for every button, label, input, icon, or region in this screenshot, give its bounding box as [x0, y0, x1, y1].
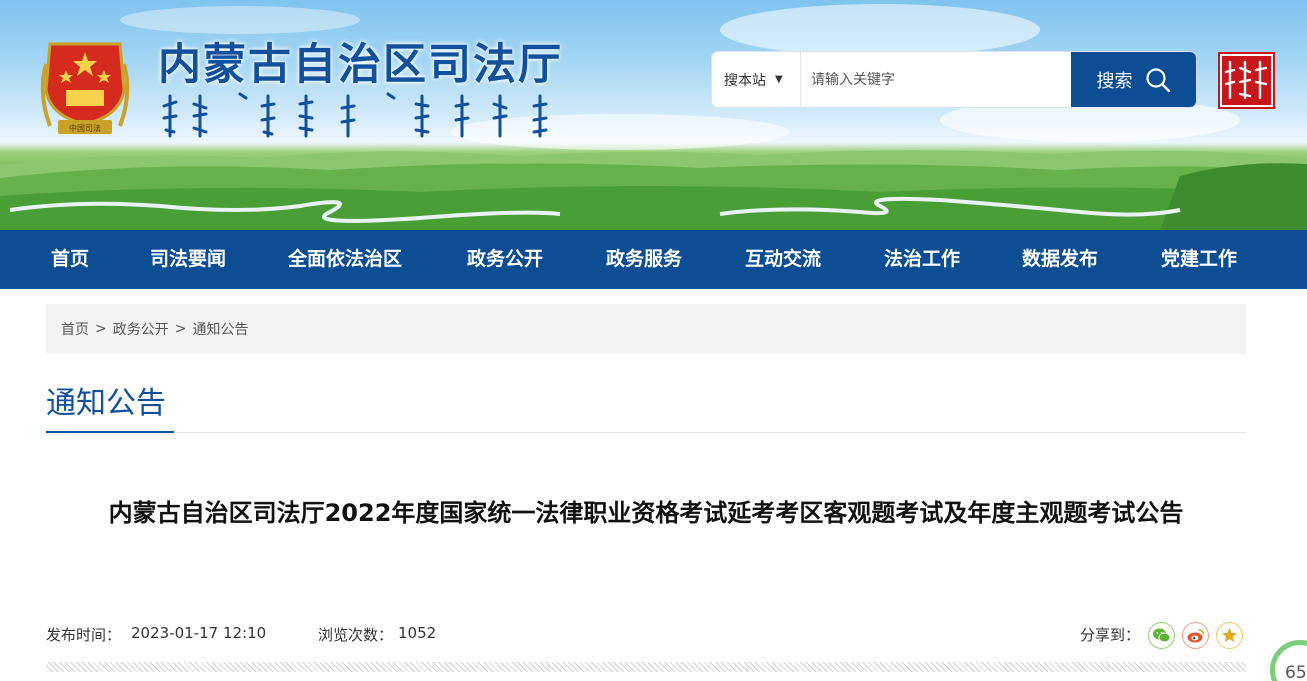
breadcrumb: 首页 > 政务公开 > 通知公告: [46, 304, 1246, 354]
breadcrumb-separator: >: [174, 321, 187, 337]
wechat-icon[interactable]: [1148, 622, 1175, 649]
nav-item-interaction[interactable]: 互动交流: [745, 230, 821, 289]
nav-item-legal-work[interactable]: 法治工作: [884, 230, 960, 289]
floating-badge[interactable]: 65: [1270, 640, 1307, 681]
seal-graphic: [1218, 52, 1275, 109]
mongolian-title-graphic: [162, 92, 548, 138]
nav-item-rule-of-law[interactable]: 全面依法治区: [288, 230, 402, 289]
breadcrumb-home[interactable]: 首页: [61, 319, 89, 339]
breadcrumb-notices[interactable]: 通知公告: [192, 319, 248, 339]
chevron-down-icon: ▼: [775, 74, 783, 85]
breadcrumb-separator: >: [95, 321, 107, 337]
search-button[interactable]: 搜索: [1071, 52, 1196, 107]
search-icon: [1145, 67, 1170, 92]
search-box: 搜本站 ▼ 搜索: [712, 52, 1196, 107]
search-scope-label: 搜本站: [724, 72, 766, 89]
site-title: 内蒙古自治区司法厅: [158, 40, 563, 90]
search-button-label: 搜索: [1096, 70, 1133, 92]
article-title: 内蒙古自治区司法厅2022年度国家统一法律职业资格考试延考考区客观题考试及年度主…: [108, 499, 1184, 527]
weibo-icon[interactable]: [1182, 622, 1209, 649]
header-banner: 中国司法 内蒙古自治区司法厅 搜本站 ▼ 搜索: [0, 0, 1307, 230]
nav-item-judicial-news[interactable]: 司法要闻: [150, 230, 226, 289]
svg-text:中国司法: 中国司法: [69, 123, 101, 133]
search-scope-select[interactable]: 搜本站 ▼: [712, 52, 801, 107]
section-title-underline: [46, 431, 174, 433]
section-divider: [46, 432, 1246, 433]
publish-label: 发布时间：: [46, 626, 122, 644]
nav-item-party-building[interactable]: 党建工作: [1161, 230, 1237, 289]
nav-item-gov-affairs[interactable]: 政务公开: [467, 230, 543, 289]
emblem-icon: 中国司法: [40, 42, 130, 134]
search-input[interactable]: [801, 52, 1071, 107]
article-divider: [46, 662, 1246, 672]
nav-item-home[interactable]: 首页: [51, 230, 89, 289]
main-nav: 首页 司法要闻 全面依法治区 政务公开 政务服务 互动交流 法治工作 数据发布 …: [0, 230, 1307, 289]
breadcrumb-gov-affairs[interactable]: 政务公开: [113, 319, 169, 339]
nav-item-data-release[interactable]: 数据发布: [1022, 230, 1098, 289]
views-label: 浏览次数：: [318, 626, 394, 644]
star-icon[interactable]: [1216, 622, 1243, 649]
publish-time: 2023-01-17 12:10: [131, 624, 267, 642]
share-label: 分享到：: [1080, 626, 1141, 644]
view-count: 1052: [398, 624, 437, 642]
section-title: 通知公告: [46, 386, 166, 421]
nav-item-gov-services[interactable]: 政务服务: [606, 230, 682, 289]
